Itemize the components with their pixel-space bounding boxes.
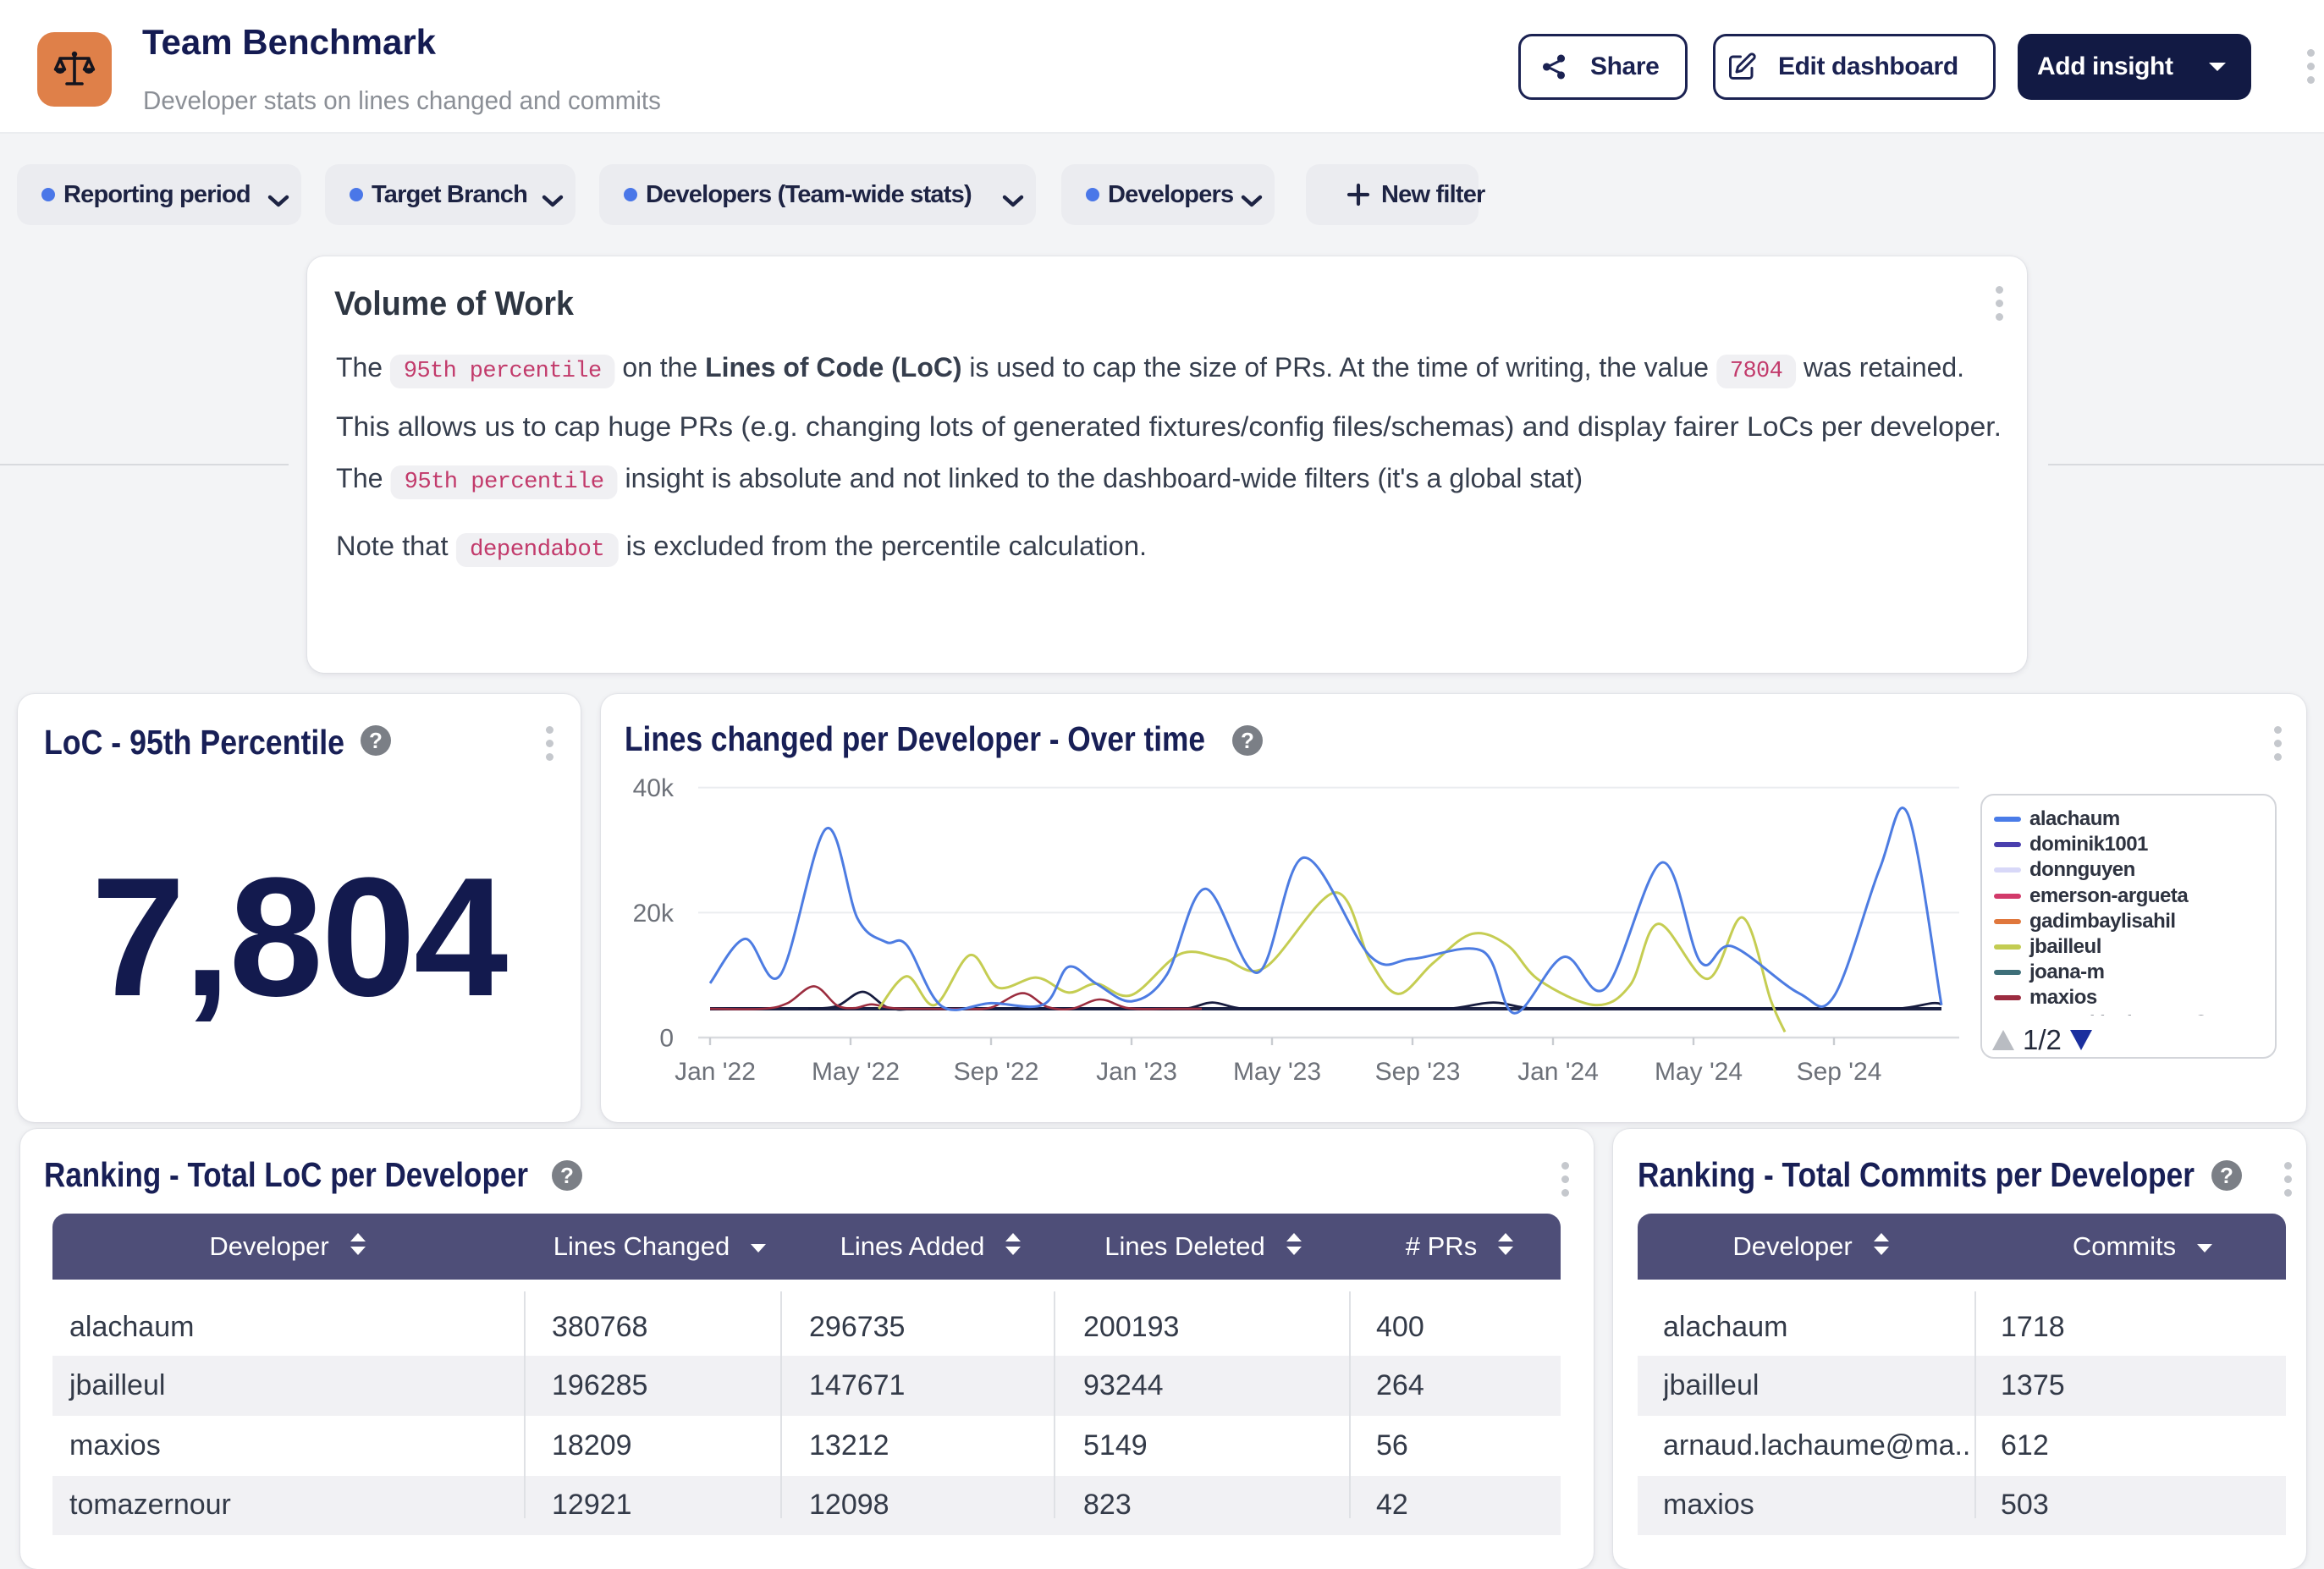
svg-text:Jan '23: Jan '23 <box>1096 1058 1177 1086</box>
svg-text:May '23: May '23 <box>1233 1058 1321 1086</box>
svg-text:Sep '23: Sep '23 <box>1375 1058 1461 1086</box>
svg-text:Sep '24: Sep '24 <box>1797 1058 1882 1086</box>
svg-text:40k: 40k <box>633 774 675 802</box>
svg-text:0: 0 <box>659 1025 674 1053</box>
svg-text:May '24: May '24 <box>1655 1058 1743 1086</box>
svg-text:May '22: May '22 <box>812 1058 900 1086</box>
svg-text:Jan '22: Jan '22 <box>675 1058 756 1086</box>
svg-text:Sep '22: Sep '22 <box>954 1058 1039 1086</box>
svg-text:Jan '24: Jan '24 <box>1517 1058 1599 1086</box>
svg-text:20k: 20k <box>633 900 675 928</box>
